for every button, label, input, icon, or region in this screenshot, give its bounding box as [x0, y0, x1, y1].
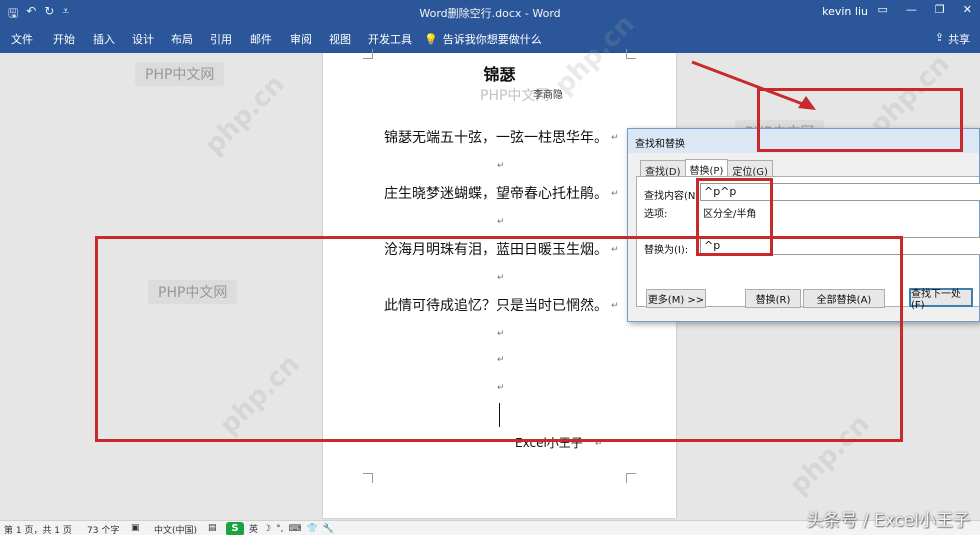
keyboard-icon[interactable]: ⌨: [288, 524, 301, 534]
margin-corner-top-left: [363, 49, 373, 59]
share-button[interactable]: ⇪ 共享: [935, 31, 970, 47]
title-bar: 🖫 ↶ ↻ ⩡ Word删除空行.docx - Word kevin liu ▭…: [0, 0, 980, 24]
ime-toolbar: S 英 ☽ °, ⌨ 👕 🔧: [226, 521, 334, 535]
maximize-icon[interactable]: ❐: [935, 3, 945, 16]
tab-view[interactable]: 视图: [329, 31, 351, 47]
margin-corner-bottom-left: [363, 473, 373, 483]
share-icon: ⇪: [934, 31, 944, 44]
annotation-box-blank-lines: [95, 236, 903, 442]
lightbulb-icon: 💡: [424, 32, 438, 46]
tools-icon[interactable]: 🔧: [323, 524, 334, 534]
margin-corner-top-right: [626, 49, 636, 59]
word-count[interactable]: 73 个字: [87, 523, 119, 535]
paragraph-mark: ↵: [497, 217, 505, 227]
ribbon-tabs: 文件 开始 插入 设计 布局 引用 邮件 审阅 视图 开发工具 💡 告诉我你想要…: [0, 24, 980, 53]
tab-design[interactable]: 设计: [132, 31, 154, 47]
user-name[interactable]: kevin liu: [822, 5, 868, 18]
language[interactable]: 中文(中国): [154, 523, 197, 535]
skin-icon[interactable]: 👕: [306, 524, 317, 534]
tab-developer[interactable]: 开发工具: [368, 31, 412, 47]
tab-layout[interactable]: 布局: [171, 31, 193, 47]
page-count[interactable]: 第 1 页，共 1 页: [4, 523, 72, 535]
window-controls: ▭ — ❐ ✕: [878, 3, 973, 16]
macro-icon[interactable]: ▤: [208, 523, 217, 533]
tab-review[interactable]: 审阅: [290, 31, 312, 47]
paragraph-mark: ↵: [611, 133, 619, 143]
sogou-ime-icon[interactable]: S: [226, 521, 244, 535]
margin-corner-bottom-right: [626, 473, 636, 483]
ribbon-display-icon[interactable]: ▭: [878, 3, 888, 16]
tab-references[interactable]: 引用: [210, 31, 232, 47]
find-next-button[interactable]: 查找下一处(F): [909, 288, 973, 311]
tell-me-box[interactable]: 💡 告诉我你想要做什么: [424, 31, 542, 47]
minimize-icon[interactable]: —: [906, 3, 917, 16]
punctuation-icon[interactable]: °,: [276, 524, 283, 534]
ime-mode[interactable]: 英: [249, 522, 258, 535]
watermark: PHP中文网: [135, 62, 225, 86]
poem-line: 庄生晓梦迷蝴蝶，望帝春心托杜鹃。: [384, 186, 608, 202]
paragraph-mark: ↵: [497, 161, 505, 171]
proofing-icon[interactable]: ▣: [131, 523, 140, 533]
tab-mailings[interactable]: 邮件: [250, 31, 272, 47]
credit-watermark: 头条号 / Excel小王子: [806, 511, 970, 531]
tab-insert[interactable]: 插入: [93, 31, 115, 47]
poem-title: 锦瑟: [483, 65, 516, 84]
options-label: 选项:: [644, 209, 668, 220]
poem-line: 锦瑟无端五十弦，一弦一柱思华年。: [384, 130, 608, 146]
share-label: 共享: [948, 33, 970, 46]
tab-file[interactable]: 文件: [11, 31, 33, 47]
tab-home[interactable]: 开始: [53, 31, 75, 47]
moon-icon[interactable]: ☽: [263, 524, 271, 534]
close-icon[interactable]: ✕: [963, 3, 972, 16]
paragraph-mark: ↵: [611, 189, 619, 199]
tell-me-label: 告诉我你想要做什么: [442, 33, 542, 46]
find-what-label: 查找内容(N):: [644, 191, 703, 202]
annotation-arrow: [691, 60, 816, 110]
